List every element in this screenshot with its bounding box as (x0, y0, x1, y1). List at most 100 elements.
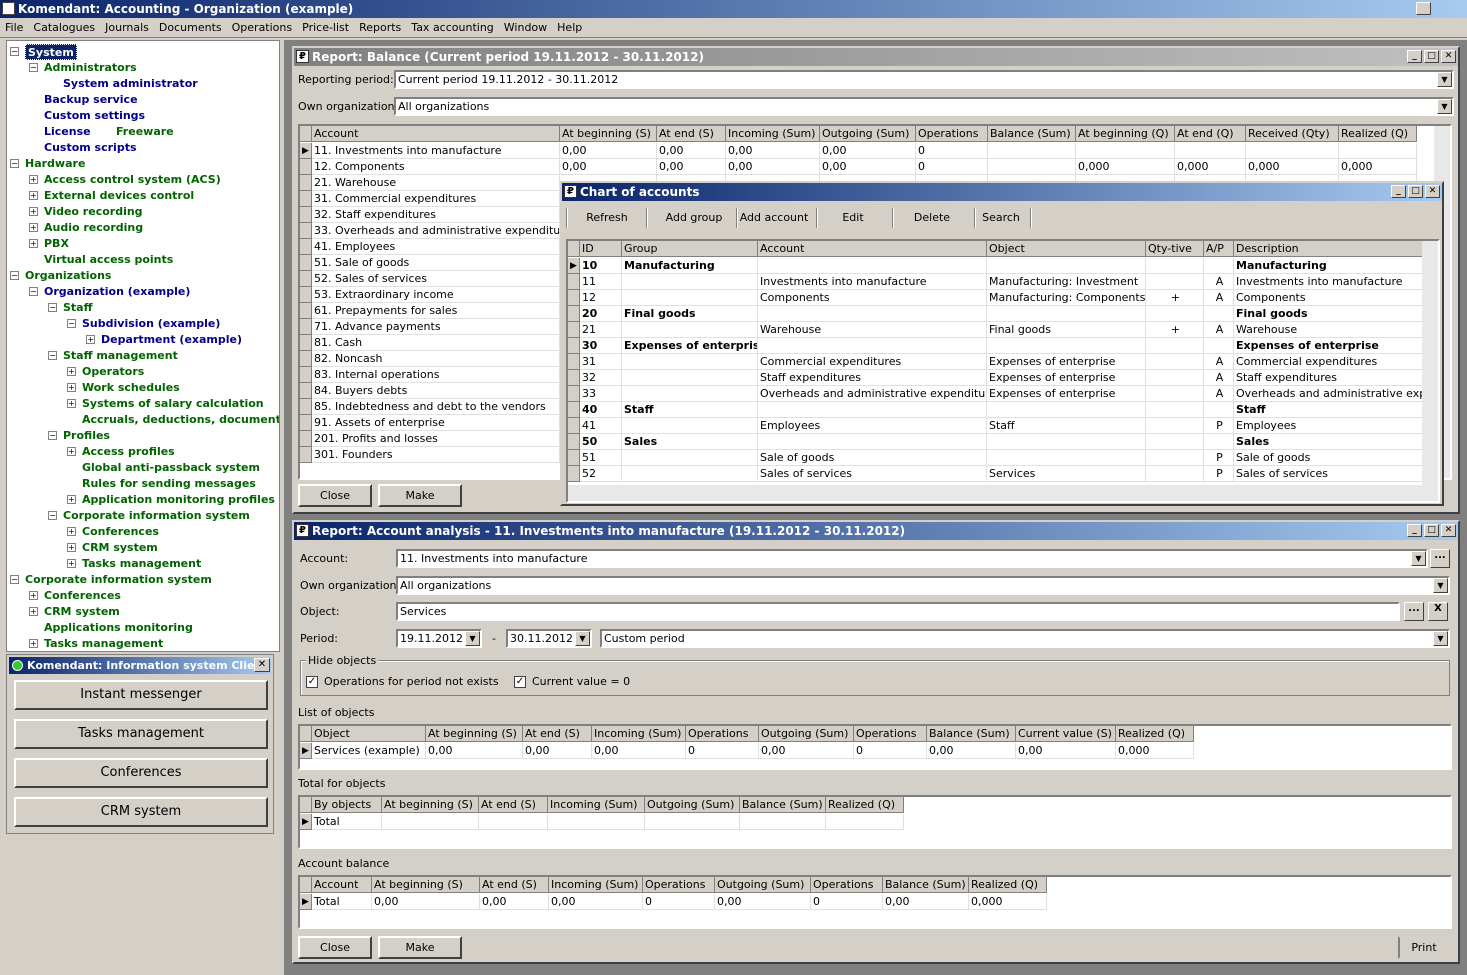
tree-item-corporate-information-system[interactable]: Corporate information system (25, 572, 212, 588)
cell-qty-tive[interactable]: + (1146, 290, 1204, 306)
delete-button[interactable]: Delete (892, 207, 972, 229)
account-browse-button[interactable]: ... (1430, 549, 1450, 568)
cell-object[interactable] (987, 450, 1146, 466)
cell-description[interactable]: Components (1234, 290, 1424, 306)
cell-account[interactable]: Total (312, 894, 372, 910)
tree-expander-expand-icon[interactable]: + (29, 639, 38, 648)
cell-qty-tive[interactable] (1146, 354, 1204, 370)
cell-description[interactable]: Staff (1234, 402, 1424, 418)
cell-group[interactable] (622, 450, 758, 466)
tree-item-subdivision-example[interactable]: Subdivision (example) (82, 316, 220, 332)
tree-item-pbx[interactable]: PBX (44, 236, 69, 252)
cell-qty-tive[interactable] (1146, 418, 1204, 434)
cell-realized-q[interactable]: 0,000 (1339, 159, 1417, 175)
menu-documents[interactable]: Documents (154, 18, 227, 38)
cell-balance-sum[interactable] (988, 159, 1076, 175)
column-header-realized-q[interactable]: Realized (Q) (1116, 726, 1194, 742)
date-from-select[interactable]: 19.11.2012 ▼ (396, 629, 482, 648)
cell-description[interactable]: Investments into manufacture (1234, 274, 1424, 290)
tree-expander-collapse-icon[interactable]: − (48, 431, 57, 440)
cell-incoming-sum[interactable]: 0,00 (592, 743, 686, 759)
column-header-a-p[interactable]: A/P (1204, 241, 1234, 257)
cell-incoming-sum[interactable] (548, 814, 645, 830)
tree-expander-expand-icon[interactable]: + (29, 607, 38, 616)
menu-file[interactable]: File (0, 18, 28, 38)
cell-account[interactable]: 51. Sale of goods (312, 255, 560, 271)
make-button[interactable]: Make (378, 936, 462, 959)
cell-group[interactable]: Expenses of enterprise (622, 338, 758, 354)
cell-description[interactable]: Sales (1234, 434, 1424, 450)
menu-operations[interactable]: Operations (227, 18, 297, 38)
cell-account[interactable]: 31. Commercial expenditures (312, 191, 560, 207)
column-header-by-objects[interactable]: By objects (312, 797, 382, 813)
cell-current-value-s[interactable]: 0,00 (1016, 743, 1116, 759)
tree-item-audio-recording[interactable]: Audio recording (44, 220, 143, 236)
cell-account[interactable]: 301. Founders (312, 447, 560, 463)
cell-at-beginning-s[interactable] (382, 814, 479, 830)
cell-received-qty[interactable]: 0,000 (1246, 159, 1339, 175)
tree-item-corporate-information-system[interactable]: Corporate information system (63, 508, 250, 524)
dropdown-arrow-icon[interactable]: ▼ (1433, 631, 1448, 646)
tree-item-global-anti-passback-system[interactable]: Global anti-passback system (82, 460, 260, 476)
cell-a-p[interactable]: P (1204, 418, 1234, 434)
cell-object[interactable]: Expenses of enterprise (987, 386, 1146, 402)
cell-a-p[interactable]: A (1204, 386, 1234, 402)
object-input[interactable]: Services (396, 602, 1400, 621)
cell-outgoing-sum[interactable]: 0,00 (715, 894, 811, 910)
tree-expander-expand-icon[interactable]: + (29, 207, 38, 216)
cell-description[interactable]: Sale of goods (1234, 450, 1424, 466)
dropdown-arrow-icon[interactable]: ▼ (1437, 99, 1452, 114)
cell-id[interactable]: 33 (580, 386, 622, 402)
cell-account[interactable]: 61. Prepayments for sales (312, 303, 560, 319)
cell-account[interactable]: 201. Profits and losses (312, 431, 560, 447)
close-button[interactable]: Close (298, 936, 372, 959)
tree-expander-collapse-icon[interactable]: − (10, 271, 19, 280)
horizontal-scrollbar[interactable] (568, 485, 1438, 501)
column-header-current-value-s[interactable]: Current value (S) (1016, 726, 1116, 742)
cell-group[interactable] (622, 418, 758, 434)
menu-reports[interactable]: Reports (354, 18, 406, 38)
cell-at-end-s[interactable]: 0,00 (523, 743, 592, 759)
tree-item-conferences[interactable]: Conferences (82, 524, 159, 540)
cell-account[interactable]: Warehouse (758, 322, 987, 338)
tree-item-profiles[interactable]: Profiles (63, 428, 110, 444)
cell-qty-tive[interactable] (1146, 466, 1204, 482)
tree-item-organizations[interactable]: Organizations (25, 268, 111, 284)
cell-group[interactable] (622, 466, 758, 482)
vertical-scrollbar[interactable] (1422, 241, 1438, 485)
tree-expander-expand-icon[interactable]: + (67, 527, 76, 536)
tree-item-tasks-management[interactable]: Tasks management (44, 636, 163, 651)
cell-description[interactable]: Manufacturing (1234, 258, 1424, 274)
cell-at-beginning-s[interactable]: 0,00 (426, 743, 523, 759)
dropdown-arrow-icon[interactable]: ▼ (1433, 578, 1448, 593)
menu-journals[interactable]: Journals (100, 18, 154, 38)
column-header-at-end-s[interactable]: At end (S) (479, 797, 548, 813)
make-button[interactable]: Make (378, 484, 462, 507)
cell-object[interactable] (987, 258, 1146, 274)
tree-expander-expand-icon[interactable]: + (67, 559, 76, 568)
cell-balance-sum[interactable]: 0,00 (927, 743, 1016, 759)
dropdown-arrow-icon[interactable]: ▼ (1411, 551, 1426, 566)
column-header-qty-tive[interactable]: Qty-tive (1146, 241, 1204, 257)
object-clear-button[interactable]: X (1428, 602, 1448, 621)
tree-item-access-control-system-acs[interactable]: Access control system (ACS) (44, 172, 221, 188)
cell-id[interactable]: 41 (580, 418, 622, 434)
menu-price-list[interactable]: Price-list (297, 18, 354, 38)
cell-incoming-sum[interactable]: 0,00 (726, 159, 820, 175)
cell-a-p[interactable]: A (1204, 370, 1234, 386)
column-header-operations[interactable]: Operations (916, 126, 988, 142)
tree-item-application-monitoring-profiles[interactable]: Application monitoring profiles (82, 492, 275, 508)
cell-outgoing-sum[interactable] (645, 814, 740, 830)
crm-system-button[interactable]: CRM system (14, 797, 268, 827)
client-close-button[interactable]: ✕ (254, 658, 270, 672)
cell-a-p[interactable] (1204, 258, 1234, 274)
column-header-at-end-q[interactable]: At end (Q) (1175, 126, 1246, 142)
column-header-balance-sum[interactable]: Balance (Sum) (927, 726, 1016, 742)
tree-expander-collapse-icon[interactable]: − (48, 511, 57, 520)
cell-at-end-q[interactable]: 0,000 (1175, 159, 1246, 175)
operations-not-exists-checkbox[interactable]: ✓ (306, 676, 318, 688)
cell-outgoing-sum[interactable]: 0,00 (820, 159, 916, 175)
cell-description[interactable]: Expenses of enterprise (1234, 338, 1424, 354)
cell-account[interactable]: 11. Investments into manufacture (312, 143, 560, 159)
own-organization-select[interactable]: All organizations ▼ (394, 97, 1454, 116)
